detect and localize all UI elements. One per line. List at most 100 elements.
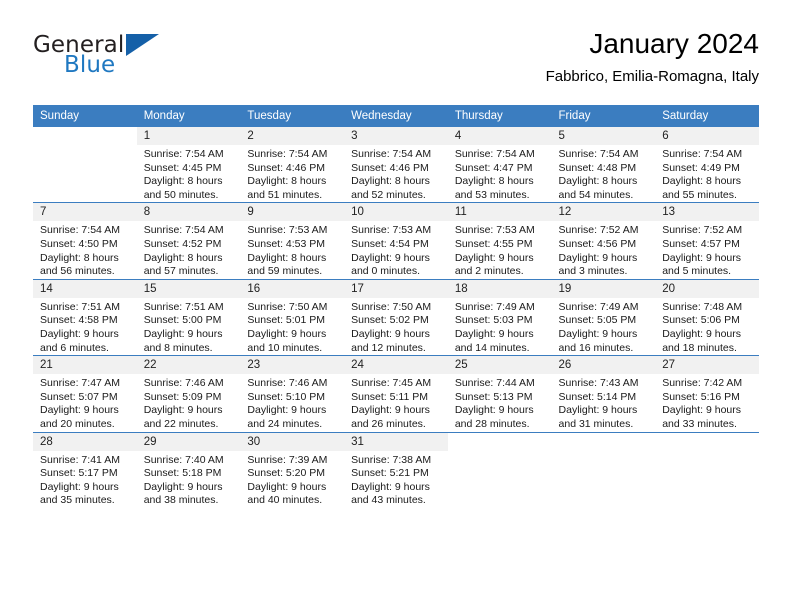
calendar-cell-inner: 15 Sunrise: 7:51 AM Sunset: 5:00 PM Dayligh… — [136, 279, 241, 355]
calendar-cell-inner: 6 Sunrise: 7:54 AM Sunset: 4:49 PM Daylight… — [655, 127, 759, 202]
day-number: 26 — [551, 356, 656, 375]
sunrise-text: Sunrise: 7:53 AM — [351, 224, 432, 237]
sunrise-text: Sunrise: 7:52 AM — [662, 224, 743, 237]
sunset-text: Sunset: 4:53 PM — [247, 237, 326, 250]
calendar-day-cell[interactable]: 21 Sunrise: 7:47 AM Sunset: 5:07 PM Dayligh… — [33, 355, 137, 432]
daylight-text-line1: Daylight: 9 hours — [247, 480, 327, 493]
calendar-empty-cell — [551, 431, 656, 508]
calendar-day-cell[interactable]: 20 Sunrise: 7:48 AM Sunset: 5:06 PM Dayligh… — [655, 278, 759, 356]
day-details: Sunrise: 7:45 AM Sunset: 5:11 PM Daylight:… — [344, 374, 448, 431]
calendar-day-cell[interactable]: 2 Sunrise: 7:54 AM Sunset: 4:46 PM Daylight… — [240, 127, 345, 203]
calendar-day-cell[interactable]: 18 Sunrise: 7:49 AM Sunset: 5:03 PM Dayligh… — [447, 278, 552, 356]
calendar-day-cell[interactable]: 15 Sunrise: 7:51 AM Sunset: 5:00 PM Dayligh… — [136, 278, 241, 356]
logo-text-blue: Blue — [64, 52, 116, 78]
sunrise-text: Sunrise: 7:46 AM — [143, 377, 224, 390]
calendar-day-cell[interactable]: 9 Sunrise: 7:53 AM Sunset: 4:53 PM Daylight… — [240, 202, 345, 280]
daylight-text-line2: and 40 minutes. — [247, 494, 323, 507]
calendar-cell-inner: 20 Sunrise: 7:48 AM Sunset: 5:06 PM Dayligh… — [655, 279, 759, 355]
daylight-text-line1: Daylight: 9 hours — [351, 404, 430, 417]
calendar-day-cell[interactable]: 11 Sunrise: 7:53 AM Sunset: 4:55 PM Dayligh… — [447, 202, 552, 280]
calendar-cell-inner: 12 Sunrise: 7:52 AM Sunset: 4:56 PM Dayligh… — [551, 203, 656, 278]
day-details: Sunrise: 7:49 AM Sunset: 5:05 PM Daylight:… — [552, 298, 656, 355]
day-number: 24 — [344, 356, 448, 375]
day-number: 9 — [240, 203, 345, 222]
day-number: 22 — [136, 356, 241, 375]
calendar-day-cell[interactable]: 26 Sunrise: 7:43 AM Sunset: 5:14 PM Dayligh… — [551, 355, 656, 432]
calendar-day-cell[interactable]: 25 Sunrise: 7:44 AM Sunset: 5:13 PM Dayligh… — [447, 355, 552, 432]
day-number: 6 — [655, 127, 759, 145]
day-details: Sunrise: 7:54 AM Sunset: 4:46 PM Daylight:… — [240, 145, 344, 202]
daylight-text-line2: and 2 minutes. — [454, 265, 524, 278]
calendar-day-cell[interactable]: 19 Sunrise: 7:49 AM Sunset: 5:05 PM Dayligh… — [551, 278, 656, 356]
day-number: 30 — [240, 432, 345, 451]
sunrise-text: Sunrise: 7:49 AM — [454, 300, 535, 313]
calendar-day-cell[interactable]: 3 Sunrise: 7:54 AM Sunset: 4:46 PM Daylight… — [344, 127, 448, 203]
calendar-cell-inner: 23 Sunrise: 7:46 AM Sunset: 5:10 PM Dayligh… — [240, 356, 345, 431]
day-number: 1 — [136, 127, 241, 145]
calendar-day-cell[interactable]: 13 Sunrise: 7:52 AM Sunset: 4:57 PM Dayligh… — [655, 202, 759, 280]
calendar-cell-inner: 27 Sunrise: 7:42 AM Sunset: 5:16 PM Dayligh… — [655, 356, 759, 431]
calendar-week-row: 7 Sunrise: 7:54 AM Sunset: 4:50 PM Daylight… — [33, 202, 759, 280]
daylight-text-line2: and 0 minutes. — [351, 265, 420, 278]
calendar-day-cell[interactable]: 12 Sunrise: 7:52 AM Sunset: 4:56 PM Dayligh… — [551, 202, 656, 280]
daylight-text-line2: and 52 minutes. — [351, 188, 426, 201]
day-details: Sunrise: 7:54 AM Sunset: 4:45 PM Daylight:… — [137, 145, 241, 202]
calendar-day-cell[interactable]: 30 Sunrise: 7:39 AM Sunset: 5:20 PM Dayligh… — [240, 431, 345, 508]
calendar-day-cell[interactable]: 17 Sunrise: 7:50 AM Sunset: 5:02 PM Dayligh… — [344, 278, 448, 356]
calendar-day-cell[interactable]: 28 Sunrise: 7:41 AM Sunset: 5:17 PM Dayligh… — [33, 431, 137, 508]
daylight-text-line2: and 53 minutes. — [454, 188, 530, 201]
calendar-cell-inner: 29 Sunrise: 7:40 AM Sunset: 5:18 PM Dayligh… — [136, 432, 241, 508]
calendar-cell-inner: 8 Sunrise: 7:54 AM Sunset: 4:52 PM Daylight… — [136, 203, 241, 278]
weekday-header-thursday: Thursday — [447, 105, 552, 127]
calendar-day-cell[interactable]: 1 Sunrise: 7:54 AM Sunset: 4:45 PM Daylight… — [136, 127, 241, 203]
calendar-body: 1 Sunrise: 7:54 AM Sunset: 4:45 PM Daylight… — [33, 127, 759, 508]
calendar-day-cell[interactable]: 16 Sunrise: 7:50 AM Sunset: 5:01 PM Dayligh… — [240, 278, 345, 356]
daylight-text-line1: Daylight: 8 hours — [143, 251, 223, 264]
calendar-day-cell[interactable]: 31 Sunrise: 7:38 AM Sunset: 5:21 PM Dayligh… — [344, 431, 448, 508]
calendar-day-cell[interactable]: 27 Sunrise: 7:42 AM Sunset: 5:16 PM Dayligh… — [655, 355, 759, 432]
calendar-day-cell[interactable]: 14 Sunrise: 7:51 AM Sunset: 4:58 PM Dayligh… — [33, 278, 137, 356]
calendar-cell-inner: 13 Sunrise: 7:52 AM Sunset: 4:57 PM Dayligh… — [655, 203, 759, 278]
general-blue-logo[interactable]: General Blue — [33, 32, 263, 90]
weekday-header-monday: Monday — [136, 105, 241, 127]
calendar-day-cell[interactable]: 4 Sunrise: 7:54 AM Sunset: 4:47 PM Daylight… — [447, 127, 552, 203]
daylight-text-line1: Daylight: 9 hours — [143, 404, 223, 417]
daylight-text-line2: and 14 minutes. — [454, 341, 530, 354]
daylight-text-line2: and 20 minutes. — [40, 417, 115, 430]
sunset-text: Sunset: 5:07 PM — [40, 390, 118, 403]
calendar-cell-inner: 19 Sunrise: 7:49 AM Sunset: 5:05 PM Dayligh… — [551, 279, 656, 355]
calendar-cell-inner: 25 Sunrise: 7:44 AM Sunset: 5:13 PM Dayligh… — [447, 356, 552, 431]
sunset-text: Sunset: 4:56 PM — [558, 237, 637, 250]
daylight-text-line2: and 12 minutes. — [351, 341, 426, 354]
daylight-text-line1: Daylight: 8 hours — [558, 175, 638, 188]
daylight-text-line1: Daylight: 8 hours — [662, 175, 742, 188]
sunrise-text: Sunrise: 7:43 AM — [558, 377, 639, 390]
sunrise-text: Sunrise: 7:54 AM — [247, 148, 328, 160]
daylight-text-line2: and 31 minutes. — [558, 417, 634, 430]
calendar-week-row: 1 Sunrise: 7:54 AM Sunset: 4:45 PM Daylight… — [33, 127, 759, 203]
calendar-day-cell[interactable]: 8 Sunrise: 7:54 AM Sunset: 4:52 PM Daylight… — [136, 202, 241, 280]
calendar-day-cell[interactable]: 23 Sunrise: 7:46 AM Sunset: 5:10 PM Dayligh… — [240, 355, 345, 432]
daylight-text-line1: Daylight: 9 hours — [40, 404, 119, 417]
sunrise-text: Sunrise: 7:41 AM — [40, 453, 120, 466]
sunset-text: Sunset: 5:11 PM — [351, 390, 428, 403]
calendar-day-cell[interactable]: 29 Sunrise: 7:40 AM Sunset: 5:18 PM Dayligh… — [136, 431, 241, 508]
day-number: 17 — [344, 279, 448, 298]
calendar-day-cell[interactable]: 10 Sunrise: 7:53 AM Sunset: 4:54 PM Dayligh… — [344, 202, 448, 280]
day-details: Sunrise: 7:49 AM Sunset: 5:03 PM Daylight:… — [448, 298, 552, 355]
calendar-day-cell[interactable]: 22 Sunrise: 7:46 AM Sunset: 5:09 PM Dayligh… — [136, 355, 241, 432]
calendar-day-cell[interactable]: 6 Sunrise: 7:54 AM Sunset: 4:49 PM Daylight… — [655, 127, 759, 203]
daylight-text-line2: and 24 minutes. — [247, 417, 323, 430]
daylight-text-line2: and 43 minutes. — [351, 494, 426, 507]
calendar-cell-inner: 18 Sunrise: 7:49 AM Sunset: 5:03 PM Dayligh… — [447, 279, 552, 355]
day-number: 18 — [447, 279, 552, 298]
calendar-day-cell[interactable]: 7 Sunrise: 7:54 AM Sunset: 4:50 PM Daylight… — [33, 202, 137, 280]
calendar-day-cell[interactable]: 24 Sunrise: 7:45 AM Sunset: 5:11 PM Dayligh… — [344, 355, 448, 432]
calendar-cell-inner: 17 Sunrise: 7:50 AM Sunset: 5:02 PM Dayligh… — [344, 279, 448, 355]
day-number — [655, 432, 759, 451]
weekday-header-friday: Friday — [551, 105, 656, 127]
daylight-text-line1: Daylight: 8 hours — [454, 175, 534, 188]
calendar-day-cell[interactable]: 5 Sunrise: 7:54 AM Sunset: 4:48 PM Daylight… — [551, 127, 656, 203]
day-number: 13 — [655, 203, 759, 222]
weekday-header-saturday: Saturday — [655, 105, 759, 127]
